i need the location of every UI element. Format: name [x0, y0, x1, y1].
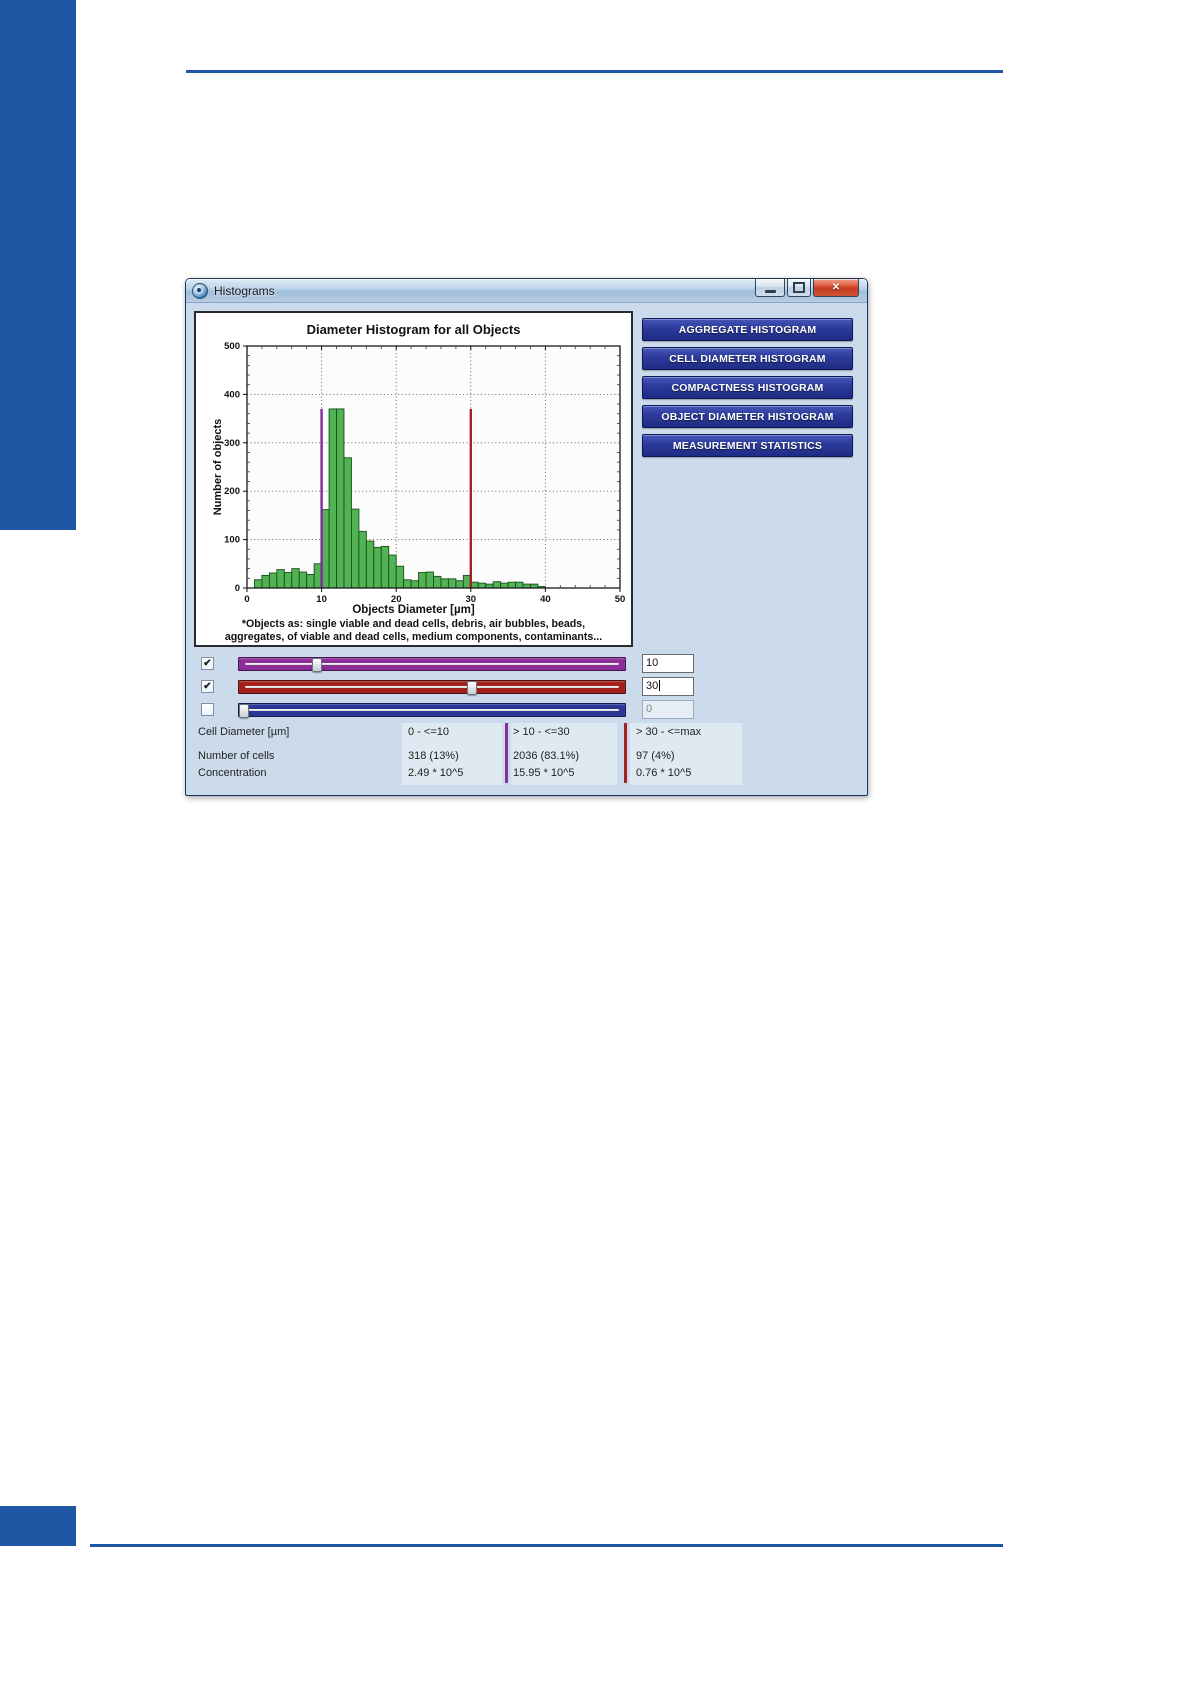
chart-footnote-line2: aggregates, of viable and dead cells, me… [224, 631, 603, 643]
stats-row-label: Number of cells [198, 750, 275, 762]
stats-cell: 2.49 * 10^5 [408, 767, 464, 779]
minimize-icon [764, 290, 776, 293]
page-side-bar [0, 0, 76, 530]
slider-field-2[interactable]: 0 [642, 700, 694, 719]
page-top-rule [186, 70, 1003, 73]
histogram-plot-panel: 0 10 20 30 40 50 0 100 200 300 400 500 Diameter His… [194, 311, 633, 647]
stats-header-range-2: > 10 - <=30 [513, 726, 570, 738]
stats-header-range-3: > 30 - <=max [636, 726, 702, 738]
stats-table: Cell Diameter [µm] 0 - <=10 > 10 - <=30 … [186, 723, 867, 787]
nav-button-object-diameter-histogram[interactable]: OBJECT DIAMETER HISTOGRAM [642, 405, 853, 428]
slider-handle-0[interactable] [312, 658, 323, 672]
window-titlebar[interactable]: Histograms ✕ [186, 278, 867, 303]
stats-header-row: Cell Diameter [µm] 0 - <=10 > 10 - <=30 … [186, 726, 867, 740]
svg-text:500: 500 [224, 341, 240, 352]
close-icon: ✕ [831, 282, 841, 293]
slider-checkbox-2[interactable] [201, 703, 214, 716]
stats-cell: 0.76 * 10^5 [636, 767, 692, 779]
histograms-window: Histograms ✕ 0 10 20 30 40 50 0 100 200 300 400 500… [185, 278, 868, 796]
svg-text:400: 400 [224, 389, 240, 400]
chart-x-axis-label: Objects Diameter [µm] [352, 604, 475, 616]
svg-text:200: 200 [224, 486, 240, 497]
maximize-icon [793, 282, 805, 293]
stats-row-label: Concentration [198, 767, 267, 779]
slider-track-2[interactable] [238, 703, 626, 718]
maximize-button[interactable] [787, 278, 811, 297]
slider-field-1[interactable]: 30 [642, 677, 694, 696]
nav-button-measurement-statistics[interactable]: MEASUREMENT STATISTICS [642, 434, 853, 457]
stats-row-number-of-cells: Number of cells 318 (13%) 2036 (83.1%) 9… [186, 750, 867, 764]
page-bottom-rule [90, 1544, 1003, 1547]
slider-track-0[interactable] [238, 657, 626, 672]
chart-title: Diameter Histogram for all Objects [306, 322, 521, 337]
nav-button-compactness-histogram[interactable]: COMPACTNESS HISTOGRAM [642, 376, 853, 399]
nav-button-aggregate-histogram[interactable]: AGGREGATE HISTOGRAM [642, 318, 853, 341]
close-button[interactable]: ✕ [813, 278, 859, 297]
stats-row-concentration: Concentration 2.49 * 10^5 15.95 * 10^5 0… [186, 767, 867, 781]
chart-footnote-line1: *Objects as: single viable and dead cell… [241, 618, 586, 630]
stats-header-label: Cell Diameter [µm] [198, 726, 290, 738]
svg-text:0: 0 [235, 583, 240, 594]
slider-row-upper-threshold: ✔ 30 [201, 677, 701, 698]
stats-header-range-1: 0 - <=10 [408, 726, 449, 738]
svg-text:300: 300 [224, 438, 240, 449]
histograms-app-icon [192, 282, 208, 299]
slider-handle-1[interactable] [466, 681, 477, 695]
slider-field-1-value: 30 [646, 680, 659, 692]
page-bottom-square [0, 1506, 76, 1546]
slider-field-0[interactable]: 10 [642, 654, 694, 673]
svg-text:100: 100 [224, 535, 240, 546]
slider-handle-2[interactable] [238, 704, 249, 718]
slider-row-lower-threshold: ✔ 10 [201, 654, 701, 675]
text-cursor [659, 680, 661, 691]
slider-field-2-value: 0 [646, 703, 653, 715]
slider-field-0-value: 10 [646, 657, 659, 669]
stats-cell: 97 (4%) [636, 750, 675, 762]
nav-button-cell-diameter-histogram[interactable]: CELL DIAMETER HISTOGRAM [642, 347, 853, 370]
stats-cell: 15.95 * 10^5 [513, 767, 575, 779]
slider-checkbox-0[interactable]: ✔ [201, 657, 214, 670]
slider-track-1[interactable] [238, 680, 626, 695]
window-controls: ✕ [755, 278, 859, 297]
slider-checkbox-1[interactable]: ✔ [201, 680, 214, 693]
document-page: Histograms ✕ 0 10 20 30 40 50 0 100 200 300 400 500… [0, 0, 1191, 1684]
chart-y-axis-label: Number of objects [212, 418, 224, 516]
window-title: Histograms [214, 283, 275, 298]
minimize-button[interactable] [755, 278, 785, 297]
diameter-histogram-chart: 0 10 20 30 40 500100200300400500 [224, 341, 625, 605]
stats-cell: 318 (13%) [408, 750, 459, 762]
stats-cell: 2036 (83.1%) [513, 750, 580, 762]
slider-row-extra-threshold: 0 [201, 700, 701, 721]
